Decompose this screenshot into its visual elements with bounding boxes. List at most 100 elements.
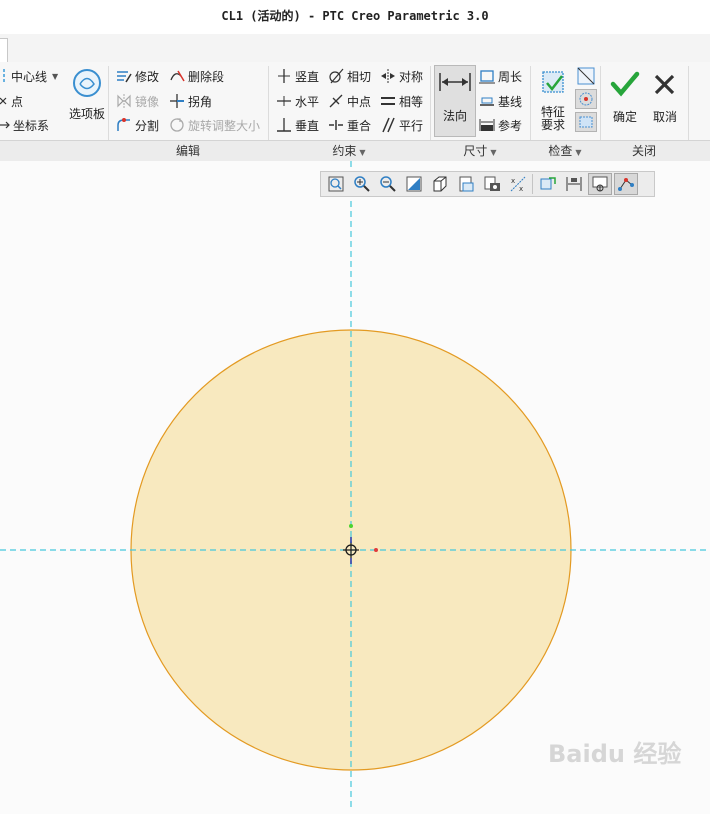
parallel-constraint-icon	[380, 117, 396, 133]
ok-button[interactable]: 确定	[608, 70, 642, 124]
constrain-group-header[interactable]: 约束 ▼	[268, 141, 430, 162]
inspect-toggles	[575, 66, 599, 136]
toolbar-separator	[532, 174, 533, 194]
vertical-constraint-button[interactable]: 竖直	[276, 66, 319, 86]
dimension-group-header[interactable]: 尺寸 ▼	[430, 141, 530, 162]
mirror-button[interactable]: 镜像	[116, 91, 159, 111]
inspect-group-header[interactable]: 检查 ▼	[530, 141, 600, 162]
midpoint-constraint-icon	[328, 93, 344, 109]
parallel-constraint-button[interactable]: 平行	[380, 115, 423, 135]
sketch-canvas[interactable]	[0, 161, 710, 810]
cancel-button[interactable]: 取消	[648, 70, 682, 124]
delete-segment-icon	[169, 68, 185, 84]
edit-group-label: 编辑	[175, 144, 200, 158]
midpoint-constraint-label: 中点	[347, 94, 372, 109]
vertical-constraint-icon	[276, 68, 292, 84]
constraint-display-icon[interactable]	[588, 173, 612, 195]
centerline-icon	[0, 68, 8, 84]
highlight-open-ends-icon[interactable]	[575, 66, 597, 86]
baidu-watermark: Baidu 经验	[548, 728, 698, 778]
check-icon	[610, 70, 640, 101]
delete-segment-label: 删除段	[188, 69, 225, 84]
corner-icon	[169, 93, 185, 109]
dimension-display-icon[interactable]	[562, 173, 586, 195]
normal-dimension-icon	[438, 69, 472, 98]
mirror-label: 镜像	[135, 94, 160, 109]
palette-label: 选项板	[68, 107, 105, 121]
overlapping-geometry-icon[interactable]	[575, 89, 597, 109]
tangent-constraint-label: 相切	[347, 69, 372, 84]
chevron-down-icon[interactable]: ▼	[52, 72, 58, 81]
saved-orientations-icon[interactable]	[428, 173, 452, 195]
perpendicular-constraint-icon	[276, 117, 292, 133]
vertex-display-icon[interactable]	[614, 173, 638, 195]
palette-button[interactable]: 选项板	[68, 67, 106, 121]
feature-requirements-button[interactable]: 特征要求	[535, 69, 571, 132]
centerline-label: 中心线	[11, 69, 48, 84]
tangent-constraint-icon	[328, 68, 344, 84]
divide-button[interactable]: 分割	[116, 115, 159, 135]
corner-button[interactable]: 拐角	[169, 91, 212, 111]
display-style-icon[interactable]	[480, 173, 504, 195]
divide-icon	[116, 117, 132, 133]
graphics-area[interactable]	[0, 161, 710, 810]
svg-text:x: x	[511, 177, 515, 185]
modify-icon	[116, 68, 132, 84]
active-ribbon-tab[interactable]	[0, 38, 8, 64]
perimeter-label: 周长	[498, 69, 523, 84]
point-label: 点	[11, 94, 24, 109]
inspect-group-label: 检查	[548, 144, 573, 158]
datum-display-icon[interactable]: xx	[506, 173, 530, 195]
baseline-label: 基线	[498, 94, 523, 109]
coordinate-system-icon	[0, 117, 10, 133]
horizontal-constraint-button[interactable]: 水平	[276, 91, 319, 111]
dimension-group-label: 尺寸	[463, 144, 488, 158]
chevron-down-icon: ▼	[359, 148, 366, 157]
normal-dimension-label: 法向	[442, 109, 467, 123]
baseline-button[interactable]: 基线	[479, 91, 522, 111]
feature-requirements-icon	[538, 69, 568, 100]
midpoint-constraint-button[interactable]: 中点	[328, 91, 371, 111]
centerline-button[interactable]: 中心线 ▼	[0, 66, 58, 86]
zoom-out-icon[interactable]	[376, 173, 400, 195]
mirror-icon	[116, 93, 132, 109]
tangent-constraint-button[interactable]: 相切	[328, 66, 371, 86]
equal-constraint-button[interactable]: 相等	[380, 91, 423, 111]
modify-label: 修改	[135, 69, 160, 84]
ribbon-tab-strip	[0, 34, 710, 64]
equal-constraint-label: 相等	[399, 94, 424, 109]
delete-segment-button[interactable]: 删除段	[169, 66, 224, 86]
coordinate-system-label: 坐标系	[13, 118, 50, 133]
graphics-toolbar: xx	[320, 171, 655, 197]
symmetric-constraint-icon	[380, 68, 396, 84]
equal-constraint-icon	[380, 93, 396, 109]
point-button[interactable]: 点	[0, 91, 23, 111]
palette-icon	[71, 67, 103, 102]
ok-label: 确定	[612, 110, 637, 124]
close-icon	[651, 70, 679, 101]
repaint-icon[interactable]	[402, 173, 426, 195]
watermark-text: Baidu 经验	[548, 740, 681, 768]
rotate-resize-button[interactable]: 旋转调整大小	[169, 115, 260, 135]
perimeter-button[interactable]: 周长	[479, 66, 522, 86]
parallel-constraint-label: 平行	[399, 118, 424, 133]
perpendicular-constraint-button[interactable]: 垂直	[276, 115, 319, 135]
horizontal-constraint-label: 水平	[295, 94, 320, 109]
view-manager-icon[interactable]	[454, 173, 478, 195]
sketch-view-icon[interactable]	[536, 173, 560, 195]
normal-dimension-button[interactable]: 法向	[436, 69, 474, 123]
shade-closed-loops-icon[interactable]	[575, 112, 597, 132]
perpendicular-constraint-label: 垂直	[295, 118, 320, 133]
coordinate-system-button[interactable]: 坐标系	[0, 115, 49, 135]
symmetric-constraint-button[interactable]: 对称	[380, 66, 423, 86]
corner-label: 拐角	[188, 94, 213, 109]
coincident-constraint-button[interactable]: 重合	[328, 115, 371, 135]
refit-icon[interactable]	[324, 173, 348, 195]
reference-label: 参考	[498, 118, 523, 133]
chevron-down-icon: ▼	[575, 148, 582, 157]
point-icon	[0, 93, 8, 109]
modify-button[interactable]: 修改	[116, 66, 159, 86]
window-title: CL1 (活动的) - PTC Creo Parametric 3.0	[0, 0, 710, 34]
reference-button[interactable]: 参考	[479, 115, 522, 135]
zoom-in-icon[interactable]	[350, 173, 374, 195]
